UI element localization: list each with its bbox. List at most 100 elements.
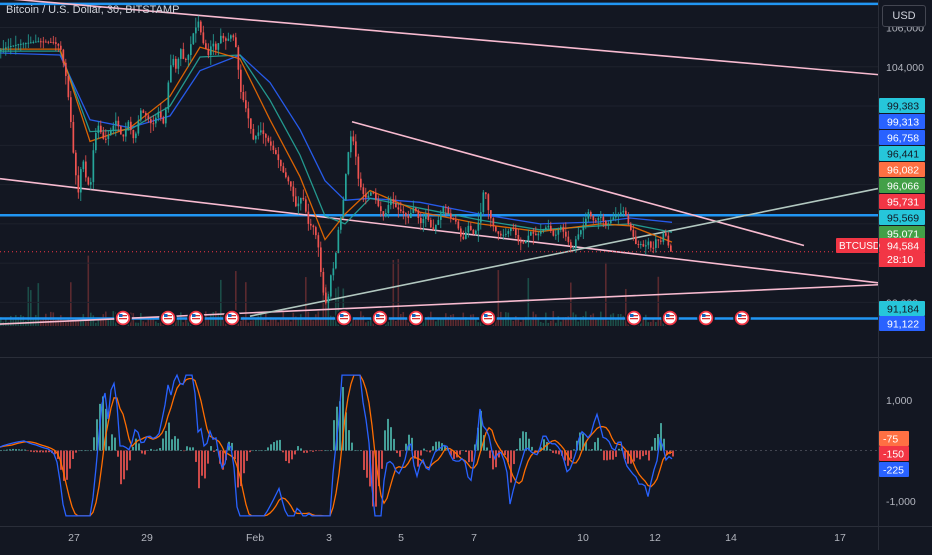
- price-label-text: 96,758: [887, 133, 919, 145]
- volume-bar: [177, 318, 180, 326]
- us-flag-event-icon[interactable]: [479, 309, 497, 327]
- volume-bar: [620, 314, 622, 326]
- histogram-bar: [591, 449, 593, 451]
- candle-body: [142, 110, 145, 113]
- volume-bar: [367, 321, 370, 326]
- volume-bar: [87, 255, 90, 326]
- histogram-bar: [204, 450, 206, 479]
- candle-body: [312, 225, 315, 228]
- candle-body: [210, 46, 212, 55]
- candle-body: [367, 195, 370, 198]
- candle-body: [172, 58, 175, 66]
- histogram-bar: [3, 449, 5, 451]
- candle-body: [480, 212, 482, 223]
- histogram-bar: [315, 450, 317, 452]
- candle-body: [250, 118, 252, 129]
- candle-body: [427, 214, 430, 220]
- candle-body: [55, 42, 57, 44]
- us-flag-event-icon[interactable]: [661, 309, 679, 327]
- candle-body: [280, 160, 282, 167]
- volume-bar: [647, 322, 650, 326]
- time-axis[interactable]: 27 29 Feb 3 5 7 10 12 14 17: [68, 532, 846, 544]
- us-flag-event-icon[interactable]: [114, 309, 132, 327]
- us-flag-event-icon[interactable]: [407, 309, 425, 327]
- us-flag-event-icon[interactable]: [223, 309, 241, 327]
- candle-body: [377, 199, 380, 207]
- candle-body: [365, 193, 367, 198]
- candle-body: [57, 43, 60, 46]
- candle-body: [145, 112, 147, 116]
- pane-divider[interactable]: [0, 357, 932, 358]
- us-flag-event-icon[interactable]: [625, 309, 643, 327]
- histogram-bar: [210, 446, 212, 451]
- price-label-text: 99,313: [887, 117, 919, 129]
- histogram-bar: [138, 443, 140, 451]
- us-flag-event-icon[interactable]: [697, 309, 715, 327]
- us-flag-event-icon[interactable]: [371, 309, 389, 327]
- candle-body: [235, 37, 237, 48]
- candle-body: [255, 135, 257, 140]
- candle-body: [565, 231, 567, 237]
- candle-body: [102, 132, 105, 139]
- flag-canton: [702, 314, 706, 317]
- candle-body: [175, 58, 177, 69]
- candle-body: [275, 149, 277, 155]
- candle-body: [282, 166, 285, 173]
- volume-bar: [390, 319, 392, 326]
- histogram-bar: [66, 450, 68, 480]
- histogram-bar: [393, 438, 395, 451]
- symbol-title[interactable]: Bitcoin / U.S. Dollar, 30, BITSTAMP: [6, 4, 179, 16]
- candle-body: [590, 212, 592, 217]
- volume-bar: [185, 319, 187, 326]
- candle-body: [265, 134, 267, 138]
- candle-body: [665, 233, 667, 236]
- candle-body: [352, 136, 355, 142]
- candle-body: [535, 233, 537, 236]
- candle-body: [125, 129, 127, 137]
- histogram-bar: [381, 450, 383, 469]
- time-tick-label: 10: [577, 532, 589, 544]
- candle-body: [197, 21, 200, 28]
- volume-bar: [315, 314, 317, 326]
- volume-bar: [455, 319, 457, 326]
- candle-body: [30, 42, 32, 44]
- horizontal-levels[interactable]: [0, 2, 878, 320]
- candle-body: [242, 91, 245, 101]
- candle-body: [112, 125, 115, 131]
- volume-bar: [312, 320, 315, 326]
- volume-bar: [550, 320, 552, 326]
- candle-body: [420, 217, 422, 224]
- currency-button[interactable]: USD: [882, 5, 926, 27]
- volume-bar: [247, 322, 250, 326]
- oscillator-label-text: -75: [883, 434, 898, 446]
- candle-body: [532, 232, 535, 234]
- candle-body: [547, 225, 550, 228]
- candle-body: [180, 49, 182, 59]
- candle-body: [495, 226, 497, 232]
- histogram-bar: [525, 432, 527, 451]
- candle-body: [412, 208, 415, 214]
- histogram-bar: [45, 450, 47, 453]
- trend-lines[interactable]: [0, 0, 879, 325]
- histogram-bar: [324, 450, 326, 452]
- us-flag-event-icon[interactable]: [159, 309, 177, 327]
- us-flag-event-icon[interactable]: [335, 309, 353, 327]
- candle-body: [415, 208, 417, 211]
- price-axis[interactable]: 106,000104,00092,00099,38399,31396,75896…: [836, 22, 925, 508]
- histogram-bar: [594, 442, 596, 451]
- histogram-bar: [435, 441, 437, 451]
- candle-body: [200, 21, 202, 33]
- candle-body: [227, 38, 230, 41]
- volume-bar: [520, 321, 522, 326]
- us-flag-event-icon[interactable]: [187, 309, 205, 327]
- chart-stage[interactable]: 106,000104,00092,00099,38399,31396,75896…: [0, 0, 932, 550]
- candle-body: [285, 172, 287, 178]
- candle-body: [625, 210, 627, 216]
- volume-bar: [240, 320, 242, 326]
- volume-bar: [392, 259, 395, 326]
- us-flag-event-icon[interactable]: [733, 309, 751, 327]
- chart-canvas[interactable]: 106,000104,00092,00099,38399,31396,75896…: [0, 0, 932, 550]
- volume-bar: [300, 314, 302, 326]
- volume-bar: [432, 318, 435, 326]
- candle-body: [635, 236, 637, 245]
